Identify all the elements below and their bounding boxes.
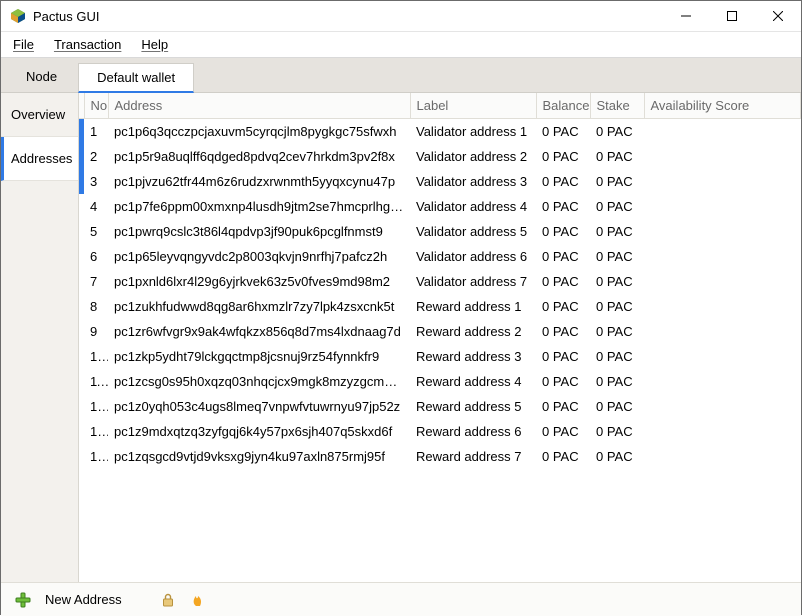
table-row[interactable]: 12pc1z0yqh053c4ugs8lmeq7vnpwfvtuwrnyu97j… xyxy=(79,394,801,419)
table-row[interactable]: 5pc1pwrq9cslc3t86l4qpdvp3jf90puk6pcglfnm… xyxy=(79,219,801,244)
col-balance[interactable]: Balance xyxy=(536,93,590,119)
footer-toolbar: New Address xyxy=(1,582,801,616)
new-address-button[interactable]: New Address xyxy=(45,592,122,607)
col-stake[interactable]: Stake xyxy=(590,93,644,119)
table-row[interactable]: 7pc1pxnld6lxr4l29g6yjrkvek63z5v0fves9md9… xyxy=(79,269,801,294)
col-label[interactable]: Label xyxy=(410,93,536,119)
table-row[interactable]: 11pc1zcsg0s95h0xqzq03nhqcjcx9mgk8mzyzgcm… xyxy=(79,369,801,394)
table-row[interactable]: 6pc1p65leyvqngyvdc2p8003qkvjn9nrfhj7pafc… xyxy=(79,244,801,269)
plus-icon[interactable] xyxy=(15,592,31,608)
side-tab-overview[interactable]: Overview xyxy=(1,93,78,137)
table-row[interactable]: 14pc1zqsgcd9vtjd9vksxg9jyn4ku97axln875rm… xyxy=(79,444,801,469)
table-header-row[interactable]: No Address Label Balance Stake Availabil… xyxy=(79,93,801,119)
menu-transaction[interactable]: Transaction xyxy=(52,35,123,54)
table-row[interactable]: 13pc1z9mdxqtzq3zyfgqj6k4y57px6sjh407q5sk… xyxy=(79,419,801,444)
tab-default-wallet[interactable]: Default wallet xyxy=(78,63,194,93)
minimize-button[interactable] xyxy=(663,1,709,32)
col-address[interactable]: Address xyxy=(108,93,410,119)
table-row[interactable]: 9pc1zr6wfvgr9x9ak4wfqkzx856q8d7ms4lxdnaa… xyxy=(79,319,801,344)
flame-icon[interactable] xyxy=(190,592,206,608)
addresses-table[interactable]: No Address Label Balance Stake Availabil… xyxy=(79,93,801,582)
table-row[interactable]: 2pc1p5r9a8uqlff6qdged8pdvq2cev7hrkdm3pv2… xyxy=(79,144,801,169)
maximize-button[interactable] xyxy=(709,1,755,32)
side-tab-addresses[interactable]: Addresses xyxy=(1,137,78,181)
col-no[interactable]: No xyxy=(84,93,108,119)
table-row[interactable]: 10pc1zkp5ydht79lckgqctmp8jcsnuj9rz54fynn… xyxy=(79,344,801,369)
top-tabs: Node Default wallet xyxy=(1,58,801,93)
table-row[interactable]: 1pc1p6q3qcczpcjaxuvm5cyrqcjlm8pygkgc75sf… xyxy=(79,119,801,145)
table-row[interactable]: 3pc1pjvzu62tfr44m6z6rudzxrwnmth5yyqxcynu… xyxy=(79,169,801,194)
menu-file[interactable]: File xyxy=(11,35,36,54)
titlebar: Pactus GUI xyxy=(1,1,801,32)
col-availability[interactable]: Availability Score xyxy=(644,93,801,119)
close-button[interactable] xyxy=(755,1,801,32)
side-tabs: Overview Addresses xyxy=(1,93,79,582)
table-row[interactable]: 8pc1zukhfudwwd8qg8ar6hxmzlr7zy7lpk4zsxcn… xyxy=(79,294,801,319)
lock-icon[interactable] xyxy=(160,592,176,608)
tab-node[interactable]: Node xyxy=(7,62,76,92)
app-icon xyxy=(10,8,26,24)
menubar: File Transaction Help xyxy=(1,32,801,58)
table-row[interactable]: 4pc1p7fe6ppm00xmxnp4lusdh9jtm2se7hmcprlh… xyxy=(79,194,801,219)
menu-help[interactable]: Help xyxy=(139,35,170,54)
window-title: Pactus GUI xyxy=(33,9,99,24)
